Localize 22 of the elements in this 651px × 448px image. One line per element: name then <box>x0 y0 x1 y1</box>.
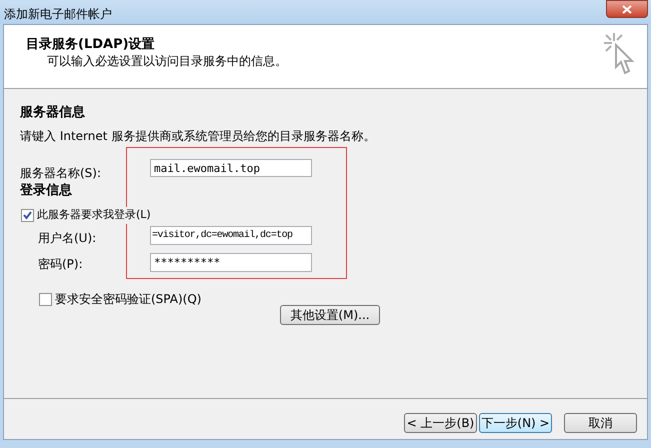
username-field[interactable]: =visitor,dc=ewomail,dc=top <box>150 226 312 245</box>
section-heading: 服务器信息 <box>20 104 85 122</box>
close-button[interactable] <box>606 0 648 18</box>
field-label: 密码(P): <box>38 256 83 273</box>
close-icon <box>622 4 632 14</box>
dialog-button[interactable]: 下一步(N) > <box>479 413 552 433</box>
field-label: 用户名(U): <box>38 230 96 247</box>
checkbox[interactable] <box>21 208 34 222</box>
server-name-field[interactable]: mail.ewomail.top <box>150 159 312 177</box>
dialog-button[interactable]: 取消 <box>564 413 637 433</box>
section-description: 请键入 Internet 服务提供商或系统管理员给您的目录服务器名称。 <box>20 128 376 145</box>
header-subtitle: 可以输入必选设置以访问目录服务中的信息。 <box>46 53 288 69</box>
window-title: 添加新电子邮件帐户 <box>4 6 112 23</box>
checkbox-label: 要求安全密码验证(SPA)(Q) <box>55 291 202 308</box>
more-settings-button[interactable]: 其他设置(M)... <box>280 305 380 325</box>
checkbox-label: 此服务器要求我登录(L) <box>37 207 151 223</box>
header-title: 目录服务(LDAP)设置 <box>26 37 156 53</box>
checkbox[interactable] <box>39 292 52 306</box>
section-heading: 登录信息 <box>20 182 72 200</box>
field-label: 服务器名称(S): <box>20 165 102 182</box>
dialog-button[interactable]: < 上一步(B) <box>404 413 477 433</box>
password-field[interactable]: ********** <box>150 253 312 272</box>
